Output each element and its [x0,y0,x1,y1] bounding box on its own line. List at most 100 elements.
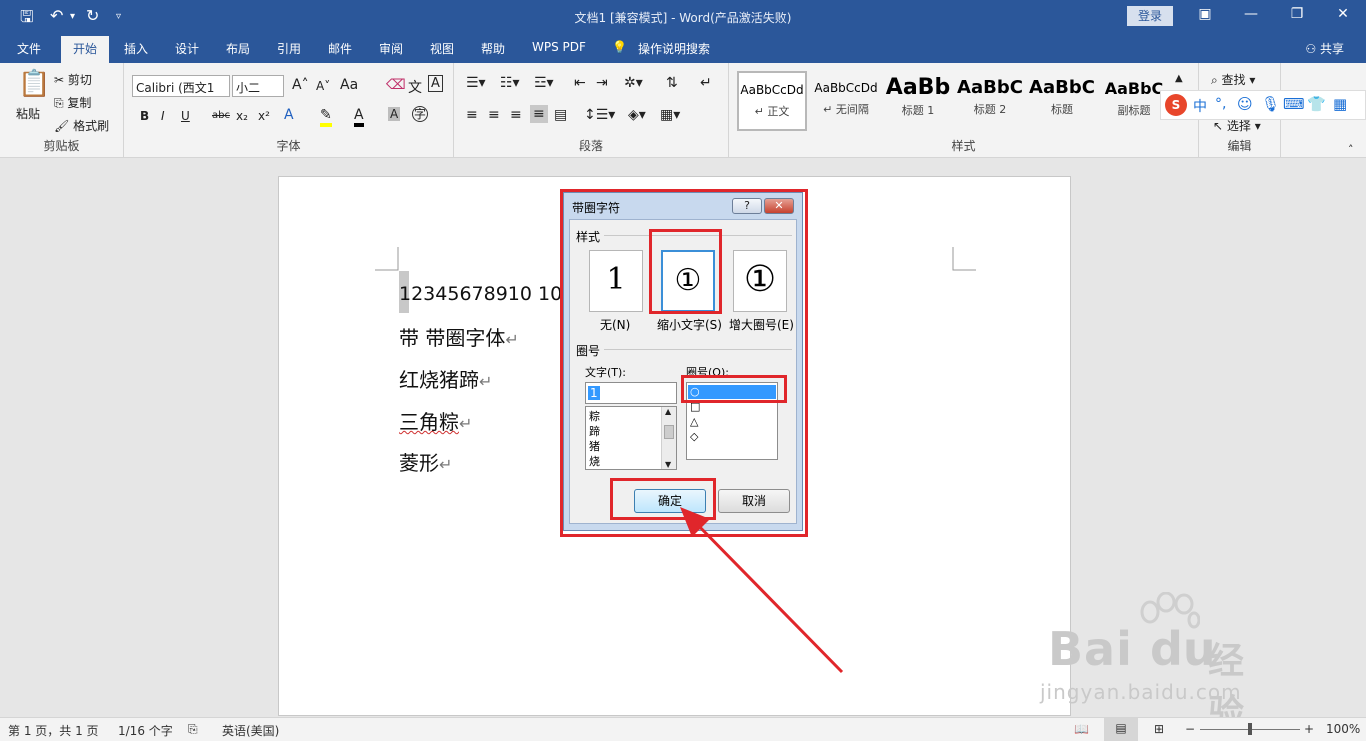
word-count[interactable]: 1/16 个字 [118,722,173,739]
tab-layout[interactable]: 布局 [226,40,250,57]
zoom-in-button[interactable]: + [1304,722,1314,736]
doc-line-2[interactable]: 带 带圈字体↵ [399,322,519,351]
read-mode-icon[interactable]: 📖 [1074,722,1089,736]
search-icon: ⌕ [1211,73,1222,87]
grow-font-icon[interactable]: A˄ [292,77,309,93]
login-button[interactable]: 登录 [1127,6,1173,26]
paragraph-mark-icon: ↵ [439,455,453,474]
proofing-icon[interactable]: ⎘ [188,722,198,737]
zoom-level[interactable]: 100% [1326,722,1360,736]
tab-help[interactable]: 帮助 [481,40,505,57]
multilevel-list-icon[interactable]: ☲▾ [534,75,554,91]
align-right-icon[interactable]: ≡ [510,107,522,123]
tab-view[interactable]: 视图 [430,40,454,57]
sort-icon[interactable]: ⇅ [666,75,678,91]
superscript-button[interactable]: x² [258,109,270,123]
toolbox-icon[interactable]: ▦ [1333,95,1347,113]
print-layout-icon[interactable]: ▤ [1104,718,1138,741]
doc-line-4[interactable]: 三角粽↵ [399,406,472,435]
tab-home[interactable]: 开始 [61,36,110,63]
shading-icon[interactable]: ◈▾ [628,107,646,123]
enclose-char-button[interactable]: 字 [412,106,428,122]
tab-references[interactable]: 引用 [277,40,301,57]
doc-line-4-text: 三角粽 [399,410,459,434]
tab-file[interactable]: 文件 [17,40,41,57]
style-subtitle[interactable]: AaBbC 副标题 [1099,71,1169,131]
find-button[interactable]: ⌕ 查找 ▾ [1211,71,1255,88]
bullets-icon[interactable]: ☰▾ [466,75,486,91]
minimize-button[interactable]: — [1236,6,1266,22]
share-button[interactable]: ⚇ 共享 [1305,40,1344,57]
paste-button[interactable]: 粘贴 [16,105,40,122]
editing-group-label: 编辑 [1227,139,1252,153]
chinese-layout-icon[interactable]: ✲▾ [624,75,643,91]
styles-scroll-up-icon[interactable]: ▲ [1175,73,1183,84]
ime-chinese-mode[interactable]: 中 [1193,96,1207,116]
highlight-icon[interactable]: ✎ [320,107,332,127]
format-painter-button[interactable]: 🖌 格式刷 [54,117,109,134]
web-layout-icon[interactable]: ⊞ [1154,722,1164,736]
paragraph-mark-icon: ↵ [479,372,493,391]
cut-button[interactable]: ✂ 剪切 [54,71,92,88]
ribbon-display-icon[interactable]: ▣ [1190,6,1220,22]
underline-button[interactable]: U [181,109,190,123]
strikethrough-button[interactable]: abc [212,110,230,121]
tab-design[interactable]: 设计 [175,40,199,57]
style-normal[interactable]: AaBbCcDd ↵ 正文 [737,71,807,131]
tab-review[interactable]: 审阅 [379,40,403,57]
subscript-button[interactable]: x₂ [236,109,248,123]
tab-mailings[interactable]: 邮件 [328,40,352,57]
font-family-combo[interactable]: Calibri (西文1 [132,75,230,97]
change-case-button[interactable]: Aa [340,77,358,93]
phonetic-guide-button[interactable]: 文 [408,77,422,97]
doc-line-3[interactable]: 红烧猪蹄↵ [399,364,492,393]
keyboard-icon[interactable]: ⌨ [1283,95,1305,113]
show-marks-icon[interactable]: ↵ [700,75,712,91]
close-button[interactable]: ✕ [1328,6,1358,22]
decrease-indent-icon[interactable]: ⇤ [574,75,586,91]
text-effects-icon[interactable]: A [284,107,294,123]
char-border-button[interactable]: A [428,75,443,92]
style-name: ↵ 正文 [754,105,790,118]
restore-button[interactable]: ❐ [1282,6,1312,22]
style-name: 标题 [1051,103,1073,116]
tab-insert[interactable]: 插入 [124,40,148,57]
tab-wps-pdf[interactable]: WPS PDF [532,40,586,54]
ime-toolbar: S 中 °, ☺ 🎙 ⌨ 👕 ▦ [1160,90,1366,120]
numbering-icon[interactable]: ☷▾ [500,75,520,91]
line-spacing-icon[interactable]: ↕☰▾ [584,107,615,123]
italic-button[interactable]: I [161,109,165,123]
page-count[interactable]: 第 1 页，共 1 页 [8,722,99,739]
share-label: 共享 [1319,42,1344,56]
char-shading-icon[interactable]: A [388,107,401,121]
punctuation-icon[interactable]: °, [1215,96,1226,112]
increase-indent-icon[interactable]: ⇥ [596,75,608,91]
style-heading-2[interactable]: AaBbC 标题 2 [955,71,1025,131]
language-status[interactable]: 英语(美国) [222,722,279,739]
skin-icon[interactable]: 👕 [1307,95,1326,113]
doc-line-1[interactable]: 12345678910 10 [399,283,562,305]
shrink-font-icon[interactable]: A˅ [316,79,330,93]
style-title[interactable]: AaBbC 标题 [1027,71,1097,131]
paste-icon[interactable]: 📋 [18,69,50,99]
emoji-icon[interactable]: ☺ [1237,95,1253,113]
style-no-spacing[interactable]: AaBbCcDd ↵ 无间隔 [811,71,881,131]
zoom-out-button[interactable]: − [1185,722,1195,736]
doc-line-5[interactable]: 菱形↵ [399,447,452,476]
tell-me-search[interactable]: 操作说明搜索 [638,40,710,57]
microphone-icon[interactable]: 🎙 [1261,95,1280,113]
distributed-icon[interactable]: ▤ [554,107,567,123]
bold-button[interactable]: B [140,109,149,123]
align-center-icon[interactable]: ≡ [488,107,500,123]
collapse-ribbon-icon[interactable]: ˄ [1348,143,1354,156]
copy-button[interactable]: ⎘ 复制 [54,94,91,111]
align-left-icon[interactable]: ≡ [466,107,478,123]
borders-icon[interactable]: ▦▾ [660,107,680,123]
sogou-logo-icon[interactable]: S [1165,94,1187,116]
zoom-slider-thumb[interactable] [1248,723,1252,735]
clear-format-icon[interactable]: ⌫ [386,77,406,93]
font-color-icon[interactable]: A [354,107,364,127]
font-size-combo[interactable]: 小二 [232,75,284,97]
style-heading-1[interactable]: AaBb 标题 1 [883,71,953,131]
justify-icon[interactable]: ≡ [530,105,548,123]
